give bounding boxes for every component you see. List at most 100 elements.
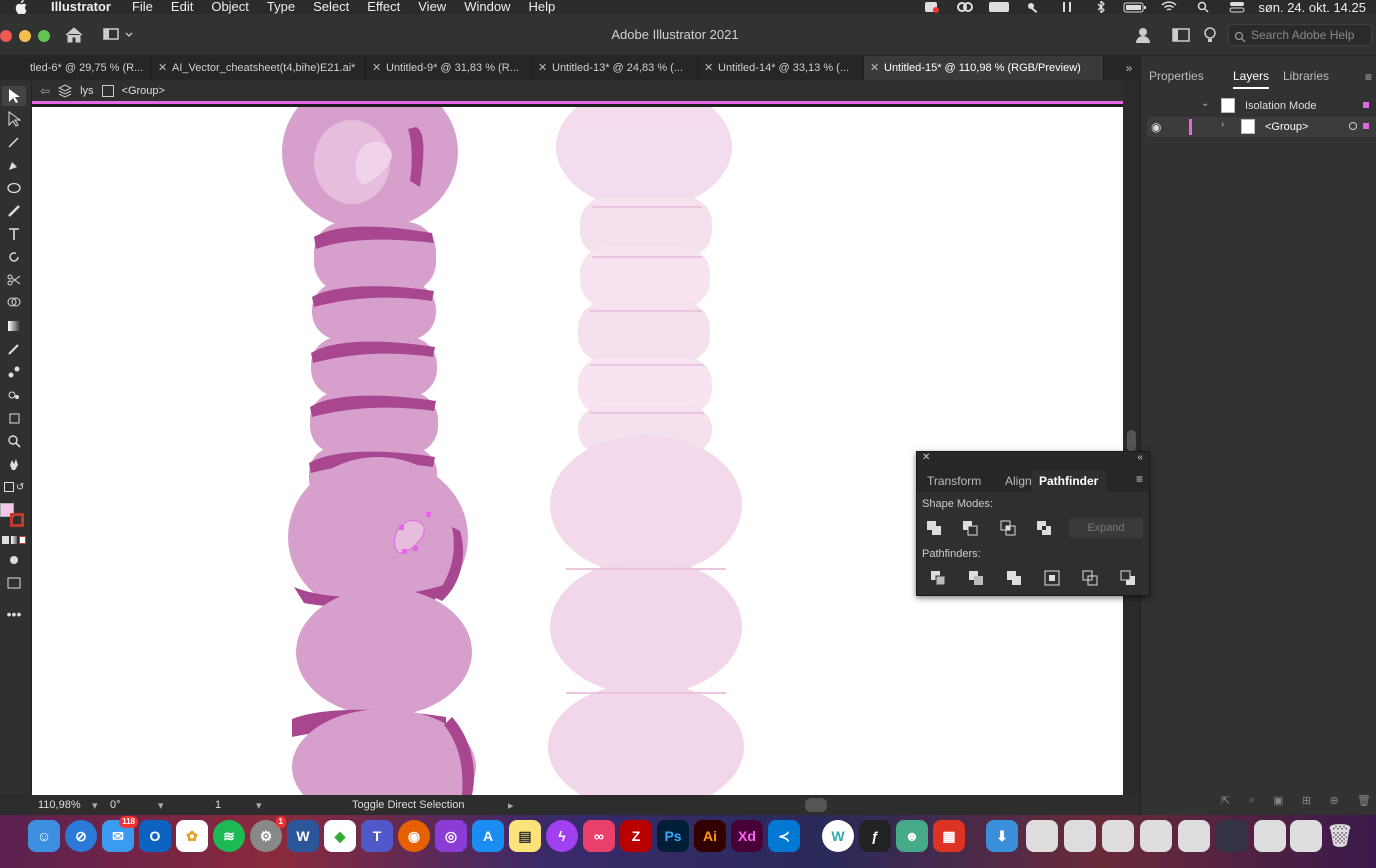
- expand-button[interactable]: Expand: [1069, 518, 1143, 538]
- screen-mode-icon[interactable]: [2, 573, 26, 593]
- direct-selection-tool-icon[interactable]: [2, 109, 26, 129]
- tab-pathfinder[interactable]: Pathfinder: [1031, 470, 1107, 492]
- messenger-icon[interactable]: ϟ: [546, 820, 578, 852]
- photoshop-icon[interactable]: Ps: [657, 820, 689, 852]
- shape-builder-tool-icon[interactable]: [2, 293, 26, 313]
- menu-help[interactable]: Help: [519, 0, 564, 14]
- artboard-tool-icon[interactable]: [2, 408, 26, 428]
- window-thumbnail-icon[interactable]: [1064, 820, 1096, 852]
- outlook-icon[interactable]: O: [139, 820, 171, 852]
- window-thumbnail-icon[interactable]: [1140, 820, 1172, 852]
- tab-close-icon[interactable]: ✕: [372, 56, 381, 80]
- keychain-icon[interactable]: [1016, 0, 1050, 14]
- default-colors-icon[interactable]: [4, 482, 14, 492]
- firefox-icon[interactable]: ◉: [398, 820, 430, 852]
- gradient-tool-icon[interactable]: [2, 316, 26, 336]
- menu-type[interactable]: Type: [258, 0, 304, 14]
- draw-mode-icon[interactable]: [2, 550, 26, 570]
- panel-menu-icon[interactable]: ≡: [1365, 70, 1372, 84]
- layer-row-group[interactable]: ◉ › <Group>: [1147, 117, 1376, 137]
- window-thumbnail-icon[interactable]: [1290, 820, 1322, 852]
- zoom-dropdown-icon[interactable]: ▾: [62, 799, 98, 812]
- tab-document[interactable]: ✕ Untitled-14* @ 33,13 % (...: [698, 56, 864, 80]
- acrobat-icon[interactable]: ▦: [933, 820, 965, 852]
- artboard-number[interactable]: 1: [215, 799, 221, 811]
- wifi-icon[interactable]: [1152, 0, 1186, 14]
- locate-object-icon[interactable]: ⌕: [1249, 794, 1255, 810]
- trash-icon[interactable]: 🗑: [1324, 820, 1356, 852]
- export-icon[interactable]: ⇱: [1221, 794, 1230, 810]
- layer-name[interactable]: <Group>: [1265, 121, 1308, 133]
- sims-icon[interactable]: ◆: [324, 820, 356, 852]
- home-icon[interactable]: [64, 26, 84, 44]
- tab-document[interactable]: ✕ AI_Vector_cheatsheet(t4,bihe)E21.ai*: [152, 56, 366, 80]
- selection-tool-icon[interactable]: [2, 86, 26, 106]
- window-thumbnail-icon[interactable]: [1216, 820, 1248, 852]
- menu-edit[interactable]: Edit: [162, 0, 202, 14]
- artboard-dropdown-icon[interactable]: ▾: [256, 799, 262, 812]
- selection-marker[interactable]: [1363, 123, 1369, 129]
- trim-icon[interactable]: [965, 568, 987, 588]
- vertical-scrollbar[interactable]: [1123, 80, 1140, 795]
- visibility-eye-icon[interactable]: ◉: [1151, 120, 1161, 134]
- outline-icon[interactable]: [1079, 568, 1101, 588]
- menu-select[interactable]: Select: [304, 0, 358, 14]
- illustrator-icon[interactable]: Ai: [694, 820, 726, 852]
- tab-document-active[interactable]: ✕ Untitled-15* @ 110,98 % (RGB/Preview): [864, 56, 1104, 80]
- podcasts-icon[interactable]: ◎: [435, 820, 467, 852]
- target-circle-icon[interactable]: [1349, 122, 1357, 130]
- new-layer-icon[interactable]: ⊕: [1329, 794, 1338, 810]
- w-app-icon[interactable]: W: [822, 820, 854, 852]
- vector-bead-column[interactable]: [282, 107, 476, 795]
- breadcrumb-group[interactable]: <Group>: [122, 85, 165, 97]
- wd-icon[interactable]: [982, 0, 1016, 14]
- menu-object[interactable]: Object: [202, 0, 258, 14]
- more-tools-icon[interactable]: •••: [2, 604, 26, 624]
- rotate-tool-icon[interactable]: [2, 247, 26, 267]
- tuning-icon[interactable]: [1050, 0, 1084, 14]
- layer-name[interactable]: Isolation Mode: [1245, 100, 1317, 112]
- pen-tool-icon[interactable]: [2, 155, 26, 175]
- merge-icon[interactable]: [1003, 568, 1025, 588]
- zoom-window-button[interactable]: [38, 30, 50, 42]
- account-icon[interactable]: [1134, 26, 1152, 44]
- window-thumbnail-icon[interactable]: [1102, 820, 1134, 852]
- status-menu-arrow-icon[interactable]: ▸: [508, 799, 514, 812]
- layer-row-isolation[interactable]: ⌄ Isolation Mode: [1147, 96, 1376, 116]
- control-center-icon[interactable]: [1220, 0, 1254, 14]
- notification-badge-icon[interactable]: [914, 0, 948, 14]
- spotify-icon[interactable]: ≋: [213, 820, 245, 852]
- tab-close-icon[interactable]: ✕: [158, 56, 167, 80]
- intersect-icon[interactable]: [997, 518, 1019, 538]
- chevron-down-icon[interactable]: ⌄: [1201, 98, 1209, 109]
- menu-app-name[interactable]: Illustrator: [42, 0, 123, 14]
- filezilla-icon[interactable]: Z: [620, 820, 652, 852]
- discover-bulb-icon[interactable]: [1202, 26, 1218, 44]
- mail-icon[interactable]: ✉ 118: [102, 816, 138, 852]
- scripting-icon[interactable]: ƒ: [859, 820, 891, 852]
- tab-close-icon[interactable]: ✕: [538, 56, 547, 80]
- close-icon[interactable]: ✕: [922, 452, 930, 463]
- arrange-documents-icon[interactable]: [1172, 27, 1190, 43]
- zoom-level[interactable]: 110,98%: [0, 799, 81, 811]
- tab-document[interactable]: ✕ Untitled-13* @ 24,83 % (...: [532, 56, 698, 80]
- rotation-value[interactable]: 0°: [110, 799, 150, 811]
- tab-close-icon[interactable]: ✕: [704, 56, 713, 80]
- finder-icon[interactable]: ☺: [28, 820, 60, 852]
- battery-icon[interactable]: [1118, 0, 1152, 14]
- tab-properties[interactable]: Properties: [1149, 69, 1204, 83]
- menu-file[interactable]: File: [123, 0, 162, 14]
- safari-icon[interactable]: ⊘: [65, 820, 97, 852]
- window-thumbnail-icon[interactable]: [1254, 820, 1286, 852]
- delete-layer-icon[interactable]: 🗑: [1357, 794, 1371, 810]
- clipping-mask-icon[interactable]: ▣: [1273, 794, 1283, 810]
- system-preferences-icon[interactable]: ⚙ 1: [250, 816, 286, 852]
- tab-document[interactable]: tled-6* @ 29,75 % (R...: [0, 56, 152, 80]
- panel-header[interactable]: ✕ «: [917, 452, 1149, 466]
- symbol-sprayer-tool-icon[interactable]: [2, 385, 26, 405]
- divide-icon[interactable]: [927, 568, 949, 588]
- menu-view[interactable]: View: [409, 0, 455, 14]
- collapse-icon[interactable]: «: [1137, 452, 1143, 463]
- swap-colors-icon[interactable]: ↺: [16, 482, 28, 494]
- minus-back-icon[interactable]: [1117, 568, 1139, 588]
